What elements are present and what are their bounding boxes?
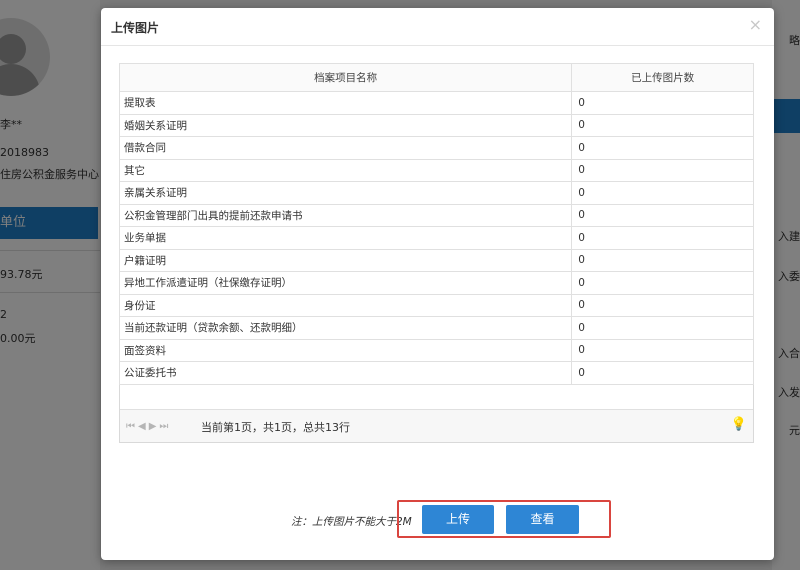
item-name-cell: 其它 [118,158,573,182]
item-name-cell: 提取表 [118,91,573,115]
table-row[interactable]: 提取表 0 [118,91,754,115]
table-row[interactable]: 当前还款证明（贷款余额、还款明细） 0 [118,316,754,340]
pagination-icons: ⏮◀▶⏭ [126,421,171,432]
dialog-header: 上传图片 × [101,8,774,46]
first-page-icon[interactable]: ⏮ [126,421,138,432]
table-row[interactable]: 公积金管理部门出具的提前还款申请书 0 [118,203,754,227]
table-row[interactable]: 业务单据 0 [118,226,754,250]
upload-count-cell: 0 [571,91,754,115]
prev-page-icon[interactable]: ◀ [138,421,149,432]
close-icon[interactable]: × [749,16,762,34]
table-row[interactable]: 异地工作派遣证明（社保缴存证明） 0 [118,271,754,295]
table-row[interactable]: 面签资料 0 [118,338,754,362]
table-row[interactable]: 其它 0 [118,158,754,182]
upload-count-cell: 0 [571,181,754,205]
table-row[interactable]: 借款合同 0 [118,136,754,160]
item-name-cell: 身份证 [118,293,573,317]
upload-count-cell: 0 [571,248,754,272]
upload-count-cell: 0 [571,203,754,227]
item-name-cell: 公证委托书 [118,361,573,385]
column-header-upload-count: 已上传图片数 [571,63,754,92]
upload-count-cell: 0 [571,136,754,160]
item-name-cell: 面签资料 [118,338,573,362]
table-row[interactable]: 亲属关系证明 0 [118,181,754,205]
upload-size-note: 注：上传图片不能大于2M [291,516,412,528]
item-name-cell: 婚姻关系证明 [118,113,573,137]
last-page-icon[interactable]: ⏭ [159,421,171,432]
item-name-cell: 户籍证明 [118,248,573,272]
table-row[interactable]: 婚姻关系证明 0 [118,113,754,137]
upload-count-cell: 0 [571,271,754,295]
archive-table: 档案项目名称 已上传图片数 提取表 0 婚姻关系证明 0 借款合同 0 其它 0 亲属关系证明 0… [118,63,754,443]
dialog-title: 上传图片 [111,21,160,35]
pagination-info: 当前第1页，共1页，总共13行 [201,421,350,434]
lightbulb-icon[interactable]: 💡 [731,417,747,432]
table-header-row: 档案项目名称 已上传图片数 [118,63,754,92]
upload-button[interactable]: 上传 [422,505,494,534]
upload-count-cell: 0 [571,361,754,385]
column-header-item-name: 档案项目名称 [118,63,573,92]
item-name-cell: 异地工作派遣证明（社保缴存证明） [118,271,573,295]
upload-count-cell: 0 [571,113,754,137]
upload-count-cell: 0 [571,226,754,250]
view-button[interactable]: 查看 [506,505,579,534]
upload-count-cell: 0 [571,293,754,317]
upload-image-dialog: 上传图片 × 档案项目名称 已上传图片数 提取表 0 婚姻关系证明 0 借款合同 0 其它 0… [101,8,774,560]
upload-count-cell: 0 [571,338,754,362]
upload-count-cell: 0 [571,316,754,340]
upload-count-cell: 0 [571,158,754,182]
item-name-cell: 公积金管理部门出具的提前还款申请书 [118,203,573,227]
item-name-cell: 当前还款证明（贷款余额、还款明细） [118,316,573,340]
item-name-cell: 借款合同 [118,136,573,160]
item-name-cell: 业务单据 [118,226,573,250]
next-page-icon[interactable]: ▶ [149,421,160,432]
table-row[interactable]: 公证委托书 0 [118,361,754,385]
table-row[interactable]: 身份证 0 [118,293,754,317]
item-name-cell: 亲属关系证明 [118,181,573,205]
table-row[interactable]: 户籍证明 0 [118,248,754,272]
pagination-bar: ⏮◀▶⏭ 当前第1页，共1页，总共13行 💡 [120,409,753,442]
